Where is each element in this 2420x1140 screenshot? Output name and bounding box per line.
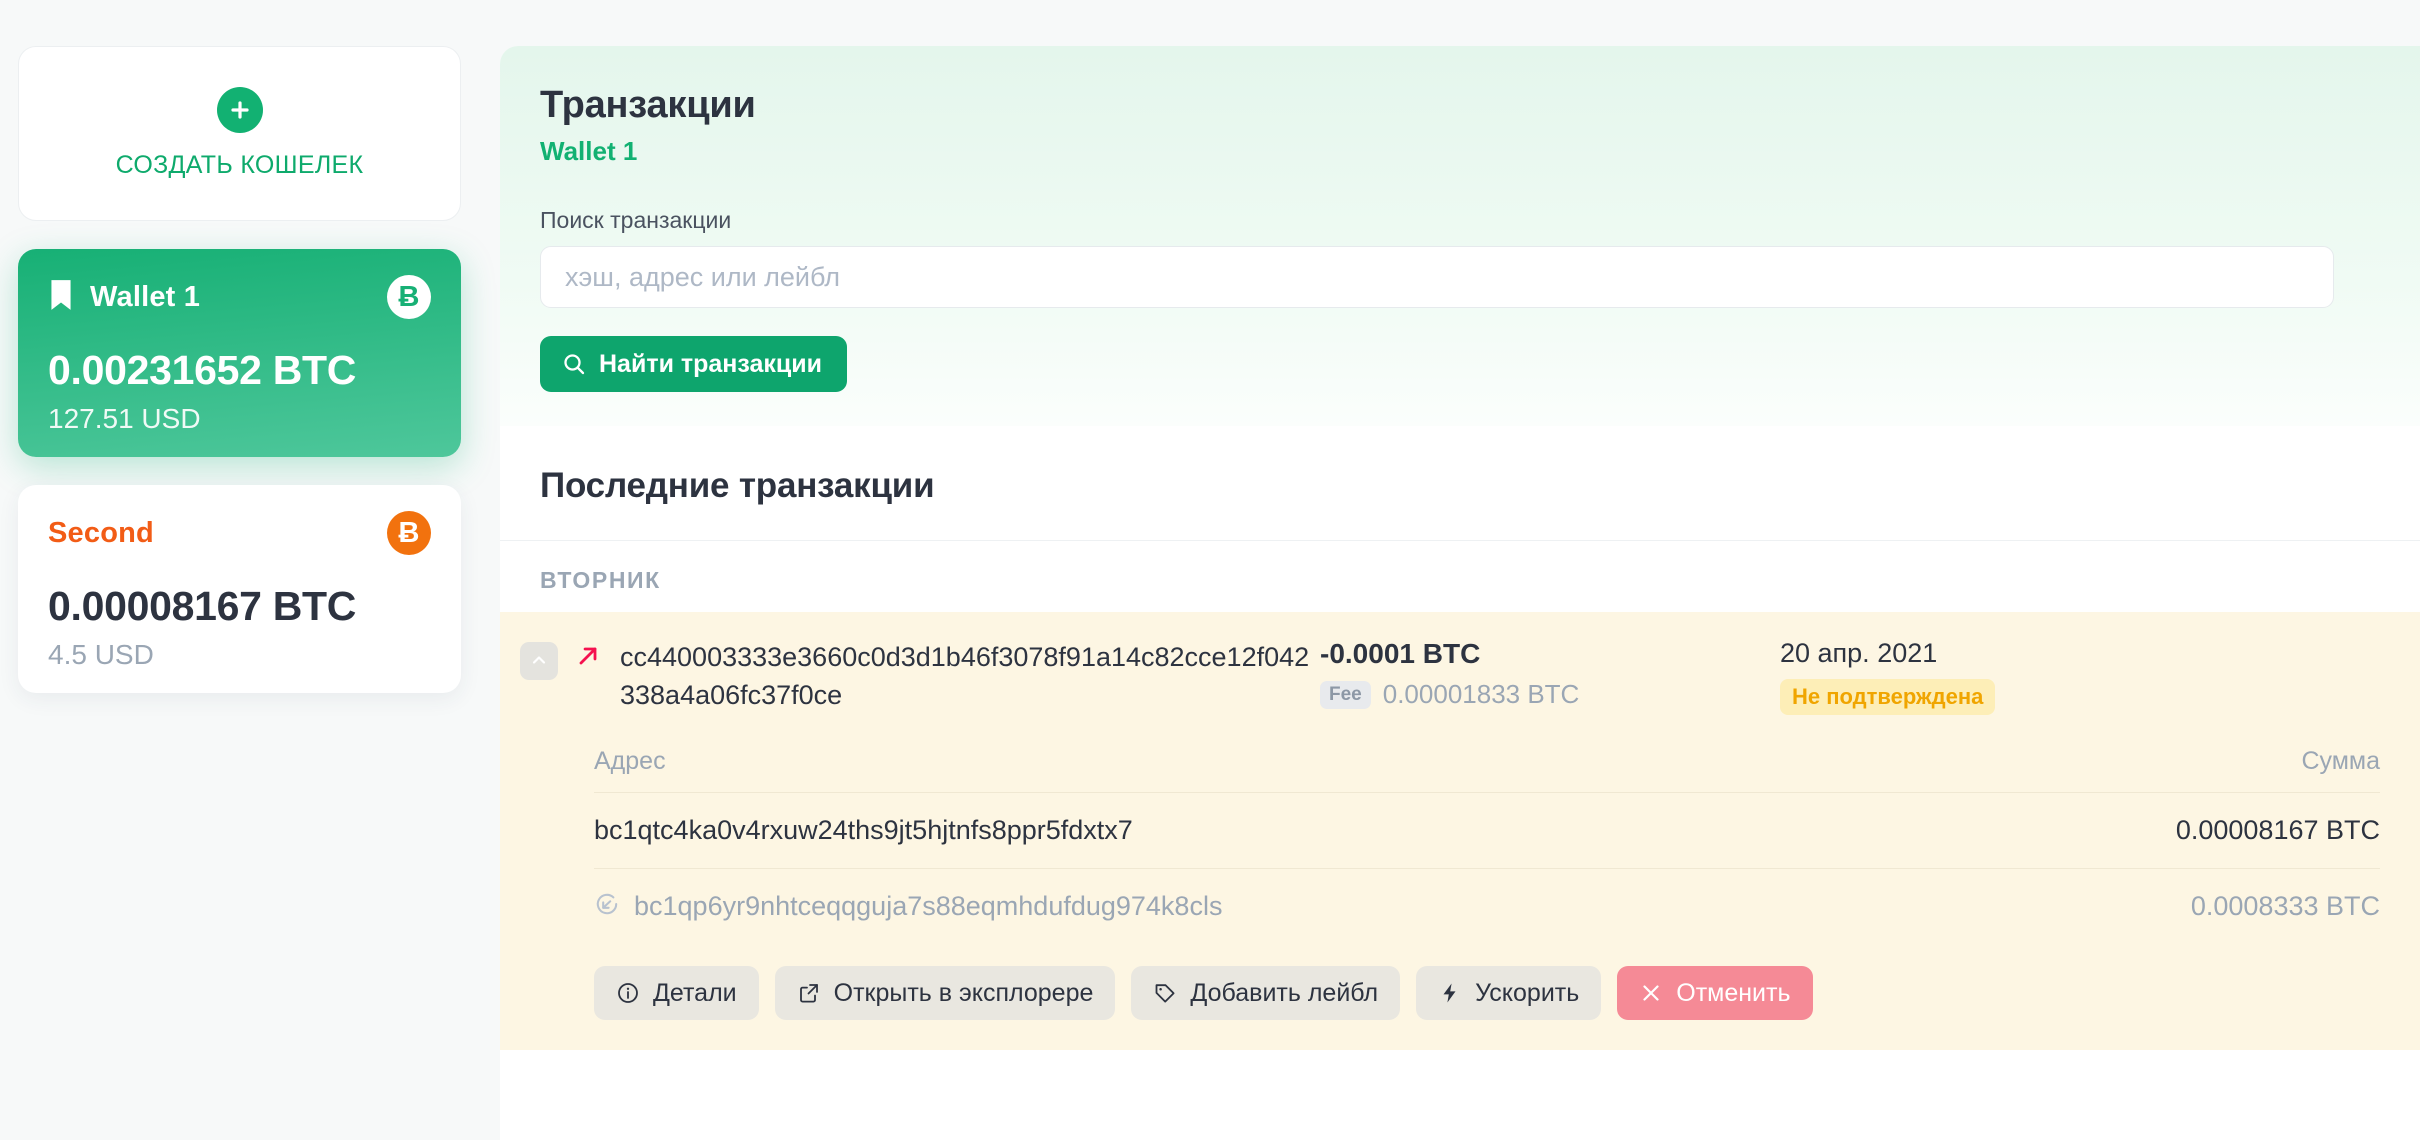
transaction-item: cc440003333e3660c0d3d1b46f3078f91a14c82c…: [500, 612, 2420, 1050]
table-row[interactable]: bc1qp6yr9nhtceqqguja7s88eqmhdufdug974k8c…: [594, 869, 2380, 944]
address-amount: 0.0008333 BTC: [2190, 891, 2380, 921]
open-in-explorer-label: Открыть в эксплорере: [833, 978, 1094, 1007]
details-button[interactable]: Детали: [594, 966, 759, 1020]
app-root: СОЗДАТЬ КОШЕЛЕК Wallet 1 Ƀ 0.00231652 BT…: [0, 0, 2420, 1140]
open-in-explorer-button[interactable]: Открыть в эксплорере: [774, 966, 1116, 1020]
close-icon: [1639, 981, 1663, 1005]
address-cell: bc1qp6yr9nhtceqqguja7s88eqmhdufdug974k8c…: [594, 891, 1222, 922]
page-subtitle-wallet: Wallet 1: [540, 136, 638, 166]
cancel-button[interactable]: Отменить: [1617, 966, 1813, 1020]
wallet-name-wrap: Second: [48, 517, 154, 550]
chevron-up-icon: [529, 650, 549, 673]
transactions-panel: Транзакции Wallet 1 Поиск транзакции Най…: [500, 46, 2420, 1140]
plus-icon: [216, 87, 263, 133]
search-label: Поиск транзакции: [540, 207, 732, 233]
external-link-icon: [797, 981, 821, 1005]
address-text: bc1qp6yr9nhtceqqguja7s88eqmhdufdug974k8c…: [634, 891, 1223, 921]
transaction-fee-row: Fee 0.00001833 BTC: [1320, 679, 1780, 710]
column-header-amount: Сумма: [2301, 747, 2380, 775]
transaction-date: 20 апр. 2021: [1780, 638, 1938, 668]
wallet-name: Second: [48, 516, 154, 549]
wallet-name: Wallet 1: [90, 280, 201, 313]
wallet-card-header: Second Ƀ: [48, 511, 431, 555]
page-title: Транзакции: [540, 84, 756, 126]
address-cell: bc1qtc4ka0v4rxuw24ths9jt5hjtnfs8ppr5fdxt…: [594, 815, 1133, 846]
fee-value: 0.00001833 BTC: [1382, 679, 1580, 709]
add-label-button[interactable]: Добавить лейбл: [1131, 966, 1401, 1020]
details-label: Детали: [653, 978, 737, 1007]
transaction-summary-row[interactable]: cc440003333e3660c0d3d1b46f3078f91a14c82c…: [500, 612, 2420, 725]
column-header-address: Адрес: [594, 747, 666, 775]
transaction-actions: Детали Открыть в эксплорере Добавить лей…: [500, 944, 2420, 1050]
find-transactions-button[interactable]: Найти транзакции: [540, 336, 848, 392]
transaction-amount: -0.0001 BTC: [1320, 638, 1481, 669]
transaction-hash[interactable]: cc440003333e3660c0d3d1b46f3078f91a14c82c…: [620, 638, 1320, 714]
bookmark-icon: [48, 278, 74, 317]
add-label-label: Добавить лейбл: [1190, 978, 1379, 1007]
info-icon: [616, 981, 640, 1005]
transaction-date-column: 20 апр. 2021 Не подтверждена: [1780, 638, 2080, 715]
transaction-addresses-table: Адрес Сумма bc1qtc4ka0v4rxuw24ths9jt5hjt…: [594, 747, 2380, 944]
wallet-fiat-balance: 127.51 USD: [48, 403, 201, 434]
speed-up-label: Ускорить: [1475, 978, 1580, 1007]
speed-up-button[interactable]: Ускорить: [1416, 966, 1602, 1020]
transactions-day-group-header: ВТОРНИК: [500, 540, 2420, 612]
bitcoin-icon: Ƀ: [387, 275, 431, 319]
collapse-transaction-button[interactable]: [520, 642, 558, 680]
tag-icon: [1153, 981, 1177, 1005]
cancel-label: Отменить: [1676, 978, 1791, 1007]
recent-transactions-title: Последние транзакции: [540, 466, 935, 505]
wallet-fiat-balance: 4.5 USD: [48, 639, 154, 670]
transaction-amount-column: -0.0001 BTC Fee 0.00001833 BTC: [1320, 638, 1780, 710]
search-input[interactable]: [540, 246, 2334, 308]
outgoing-arrow-icon: [574, 642, 602, 675]
create-wallet-label: СОЗДАТЬ КОШЕЛЕК: [115, 151, 364, 179]
wallet-balance: 0.00008167 BTC: [48, 583, 357, 629]
find-transactions-label: Найти транзакции: [599, 349, 823, 378]
fee-label: Fee: [1320, 680, 1371, 709]
transactions-header: Транзакции Wallet 1 Поиск транзакции Най…: [500, 46, 2420, 426]
wallet-balance: 0.00231652 BTC: [48, 347, 357, 393]
bitcoin-icon: Ƀ: [387, 511, 431, 555]
table-row[interactable]: bc1qtc4ka0v4rxuw24ths9jt5hjtnfs8ppr5fdxt…: [594, 793, 2380, 869]
address-amount: 0.00008167 BTC: [2175, 815, 2380, 845]
wallet-card-header: Wallet 1 Ƀ: [48, 275, 431, 319]
wallet-card-wallet-1[interactable]: Wallet 1 Ƀ 0.00231652 BTC 127.51 USD: [18, 249, 461, 457]
create-wallet-button[interactable]: СОЗДАТЬ КОШЕЛЕК: [18, 46, 461, 221]
status-badge: Не подтверждена: [1780, 679, 1996, 715]
wallet-card-second[interactable]: Second Ƀ 0.00008167 BTC 4.5 USD: [18, 485, 461, 693]
change-address-icon: [594, 891, 620, 922]
addresses-table-header: Адрес Сумма: [594, 747, 2380, 793]
search-icon: [562, 352, 586, 376]
address-text: bc1qtc4ka0v4rxuw24ths9jt5hjtnfs8ppr5fdxt…: [594, 815, 1133, 845]
bolt-icon: [1438, 981, 1462, 1005]
wallet-name-wrap: Wallet 1: [48, 278, 200, 317]
wallet-sidebar: СОЗДАТЬ КОШЕЛЕК Wallet 1 Ƀ 0.00231652 BT…: [0, 0, 500, 1140]
